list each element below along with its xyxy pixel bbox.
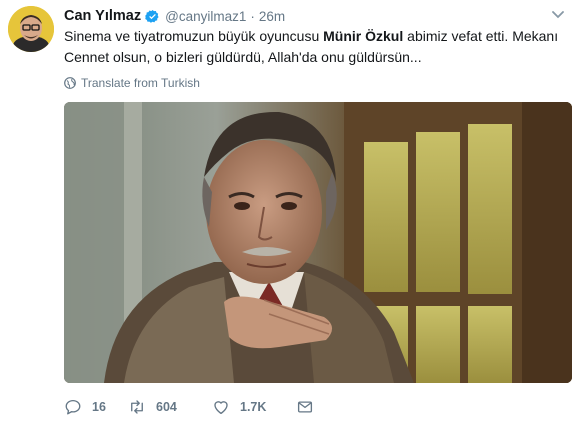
heart-icon — [214, 401, 228, 415]
retweet-count: 604 — [156, 400, 177, 414]
tweet-header: Can Yılmaz @canyilmaz1 · 26m — [64, 7, 285, 25]
avatar[interactable] — [8, 6, 54, 52]
translate-label: Translate from Turkish — [81, 76, 200, 90]
retweet-icon — [131, 400, 143, 414]
tweet-text: Sinema ve tiyatromuzun büyük oyuncusu Mü… — [64, 26, 568, 67]
author-name[interactable]: Can Yılmaz — [64, 8, 141, 24]
like-count: 1.7K — [240, 400, 267, 414]
tweet-photo[interactable] — [64, 102, 572, 383]
like-button[interactable]: 1.7K — [212, 398, 296, 416]
verified-badge-icon — [145, 9, 160, 24]
reply-icon — [65, 399, 81, 415]
photo-image — [64, 102, 572, 383]
envelope-icon — [297, 401, 313, 413]
translate-link[interactable]: Translate from Turkish — [64, 74, 200, 92]
chevron-down-icon[interactable] — [552, 10, 564, 20]
direct-message-button[interactable] — [296, 398, 336, 416]
author-handle[interactable]: @canyilmaz1 — [165, 9, 246, 24]
timestamp[interactable]: 26m — [259, 9, 285, 24]
separator-dot: · — [250, 8, 255, 24]
mention-name: Münir Özkul — [323, 28, 404, 44]
tweet-text-part: Sinema ve tiyatromuzun büyük oyuncusu — [64, 28, 324, 44]
reply-button[interactable]: 16 — [64, 398, 128, 416]
retweet-button[interactable]: 604 — [128, 398, 212, 416]
avatar-image — [8, 6, 54, 52]
reply-count: 16 — [92, 400, 106, 414]
tweet-card[interactable]: Can Yılmaz @canyilmaz1 · 26m Sinema ve t… — [0, 0, 576, 427]
globe-icon — [64, 77, 76, 89]
tweet-actions: 16 604 1.7K — [64, 395, 336, 419]
